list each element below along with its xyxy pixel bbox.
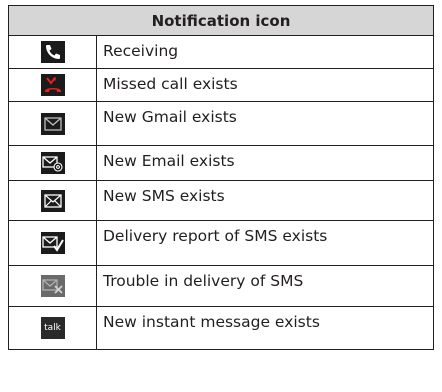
icon-cell (9, 146, 97, 180)
icon-cell (9, 221, 97, 265)
table-row: Delivery report of SMS exists (9, 221, 433, 266)
gmail-icon (40, 112, 65, 135)
sms-delivery-failed-icon (40, 275, 65, 297)
table-row: New Gmail exists (9, 102, 433, 146)
row-label: Trouble in delivery of SMS (103, 272, 304, 290)
sms-delivered-icon (40, 232, 65, 254)
icon-cell: talk (9, 307, 97, 349)
row-label: New Gmail exists (103, 108, 237, 126)
table-header: Notification icon (9, 6, 433, 36)
icon-cell (9, 36, 97, 68)
row-label: Missed call exists (103, 75, 238, 93)
phone-receiving-icon (40, 41, 65, 63)
row-label: New SMS exists (103, 187, 225, 205)
table-row: New SMS exists (9, 181, 433, 221)
table-row: Receiving (9, 36, 433, 69)
missed-call-icon (40, 74, 65, 96)
notification-icon-table: Notification icon Receiving Missed call … (8, 5, 434, 350)
table-row: talk New instant message exists (9, 307, 433, 349)
sms-icon (40, 189, 65, 212)
table-row: New Email exists (9, 146, 433, 181)
table-row: Missed call exists (9, 69, 433, 102)
row-label: Delivery report of SMS exists (103, 227, 328, 245)
row-label: New Email exists (103, 152, 235, 170)
talk-icon: talk (40, 317, 65, 339)
row-label: Receiving (103, 42, 179, 60)
icon-cell (9, 69, 97, 101)
table-row: Trouble in delivery of SMS (9, 266, 433, 307)
email-icon (40, 152, 65, 174)
icon-cell (9, 266, 97, 306)
icon-cell (9, 181, 97, 220)
icon-cell (9, 102, 97, 145)
row-label: New instant message exists (103, 313, 320, 331)
